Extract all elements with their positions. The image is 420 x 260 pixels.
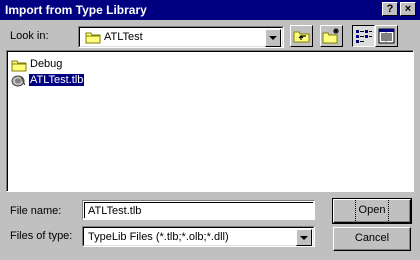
create-new-folder-icon	[322, 28, 339, 44]
files-of-type-combo-frame: TypeLib Files (*.tlb;*.olb;*.dll)	[83, 227, 314, 246]
look-in-label: Look in:	[10, 30, 49, 42]
list-view-icon	[356, 30, 372, 43]
open-button[interactable]: Open	[332, 198, 412, 224]
folder-icon	[11, 60, 27, 72]
details-view-icon	[378, 28, 395, 44]
look-in-combo[interactable]: ATLTest	[78, 26, 284, 48]
dialog-title: Import from Type Library	[5, 3, 147, 17]
cancel-button[interactable]: Cancel	[333, 227, 411, 251]
list-view-button[interactable]	[352, 25, 375, 47]
files-of-type-value: TypeLib Files (*.tlb;*.olb;*.dll)	[88, 231, 229, 243]
file-list[interactable]: Debug ATLTest.tlb	[6, 50, 414, 192]
file-name-input[interactable]	[84, 202, 313, 218]
file-list-frame: Debug ATLTest.tlb	[7, 51, 413, 191]
title-bar[interactable]: Import from Type Library ? ×	[0, 0, 420, 20]
file-name-label: File name:	[10, 205, 62, 217]
folder-icon	[85, 32, 101, 44]
details-view-button[interactable]	[375, 25, 398, 47]
file-name-field[interactable]	[82, 200, 315, 220]
look-in-dropdown-button[interactable]	[265, 29, 281, 47]
list-item-debug[interactable]: Debug	[11, 57, 91, 73]
close-button[interactable]: ×	[400, 2, 416, 16]
up-one-level-icon	[293, 31, 310, 43]
type-library-icon	[11, 75, 26, 87]
cancel-button-label: Cancel	[354, 232, 390, 244]
up-one-level-button[interactable]	[290, 25, 313, 47]
files-of-type-dropdown-button[interactable]	[296, 229, 312, 246]
import-dialog: Import from Type Library ? × Look in: AT…	[0, 0, 420, 260]
create-new-folder-button[interactable]	[320, 25, 343, 47]
list-item-atltest-tlb[interactable]: ATLTest.tlb	[11, 73, 101, 89]
look-in-combo-frame: ATLTest	[79, 27, 283, 47]
list-item-label: Debug	[30, 58, 63, 70]
files-of-type-combo[interactable]: TypeLib Files (*.tlb;*.olb;*.dll)	[82, 226, 315, 247]
open-button-label: Open	[354, 198, 390, 223]
look-in-value: ATLTest	[104, 31, 143, 43]
list-item-label: ATLTest.tlb	[27, 73, 86, 87]
files-of-type-label: Files of type:	[10, 230, 73, 242]
help-button[interactable]: ?	[382, 2, 398, 16]
